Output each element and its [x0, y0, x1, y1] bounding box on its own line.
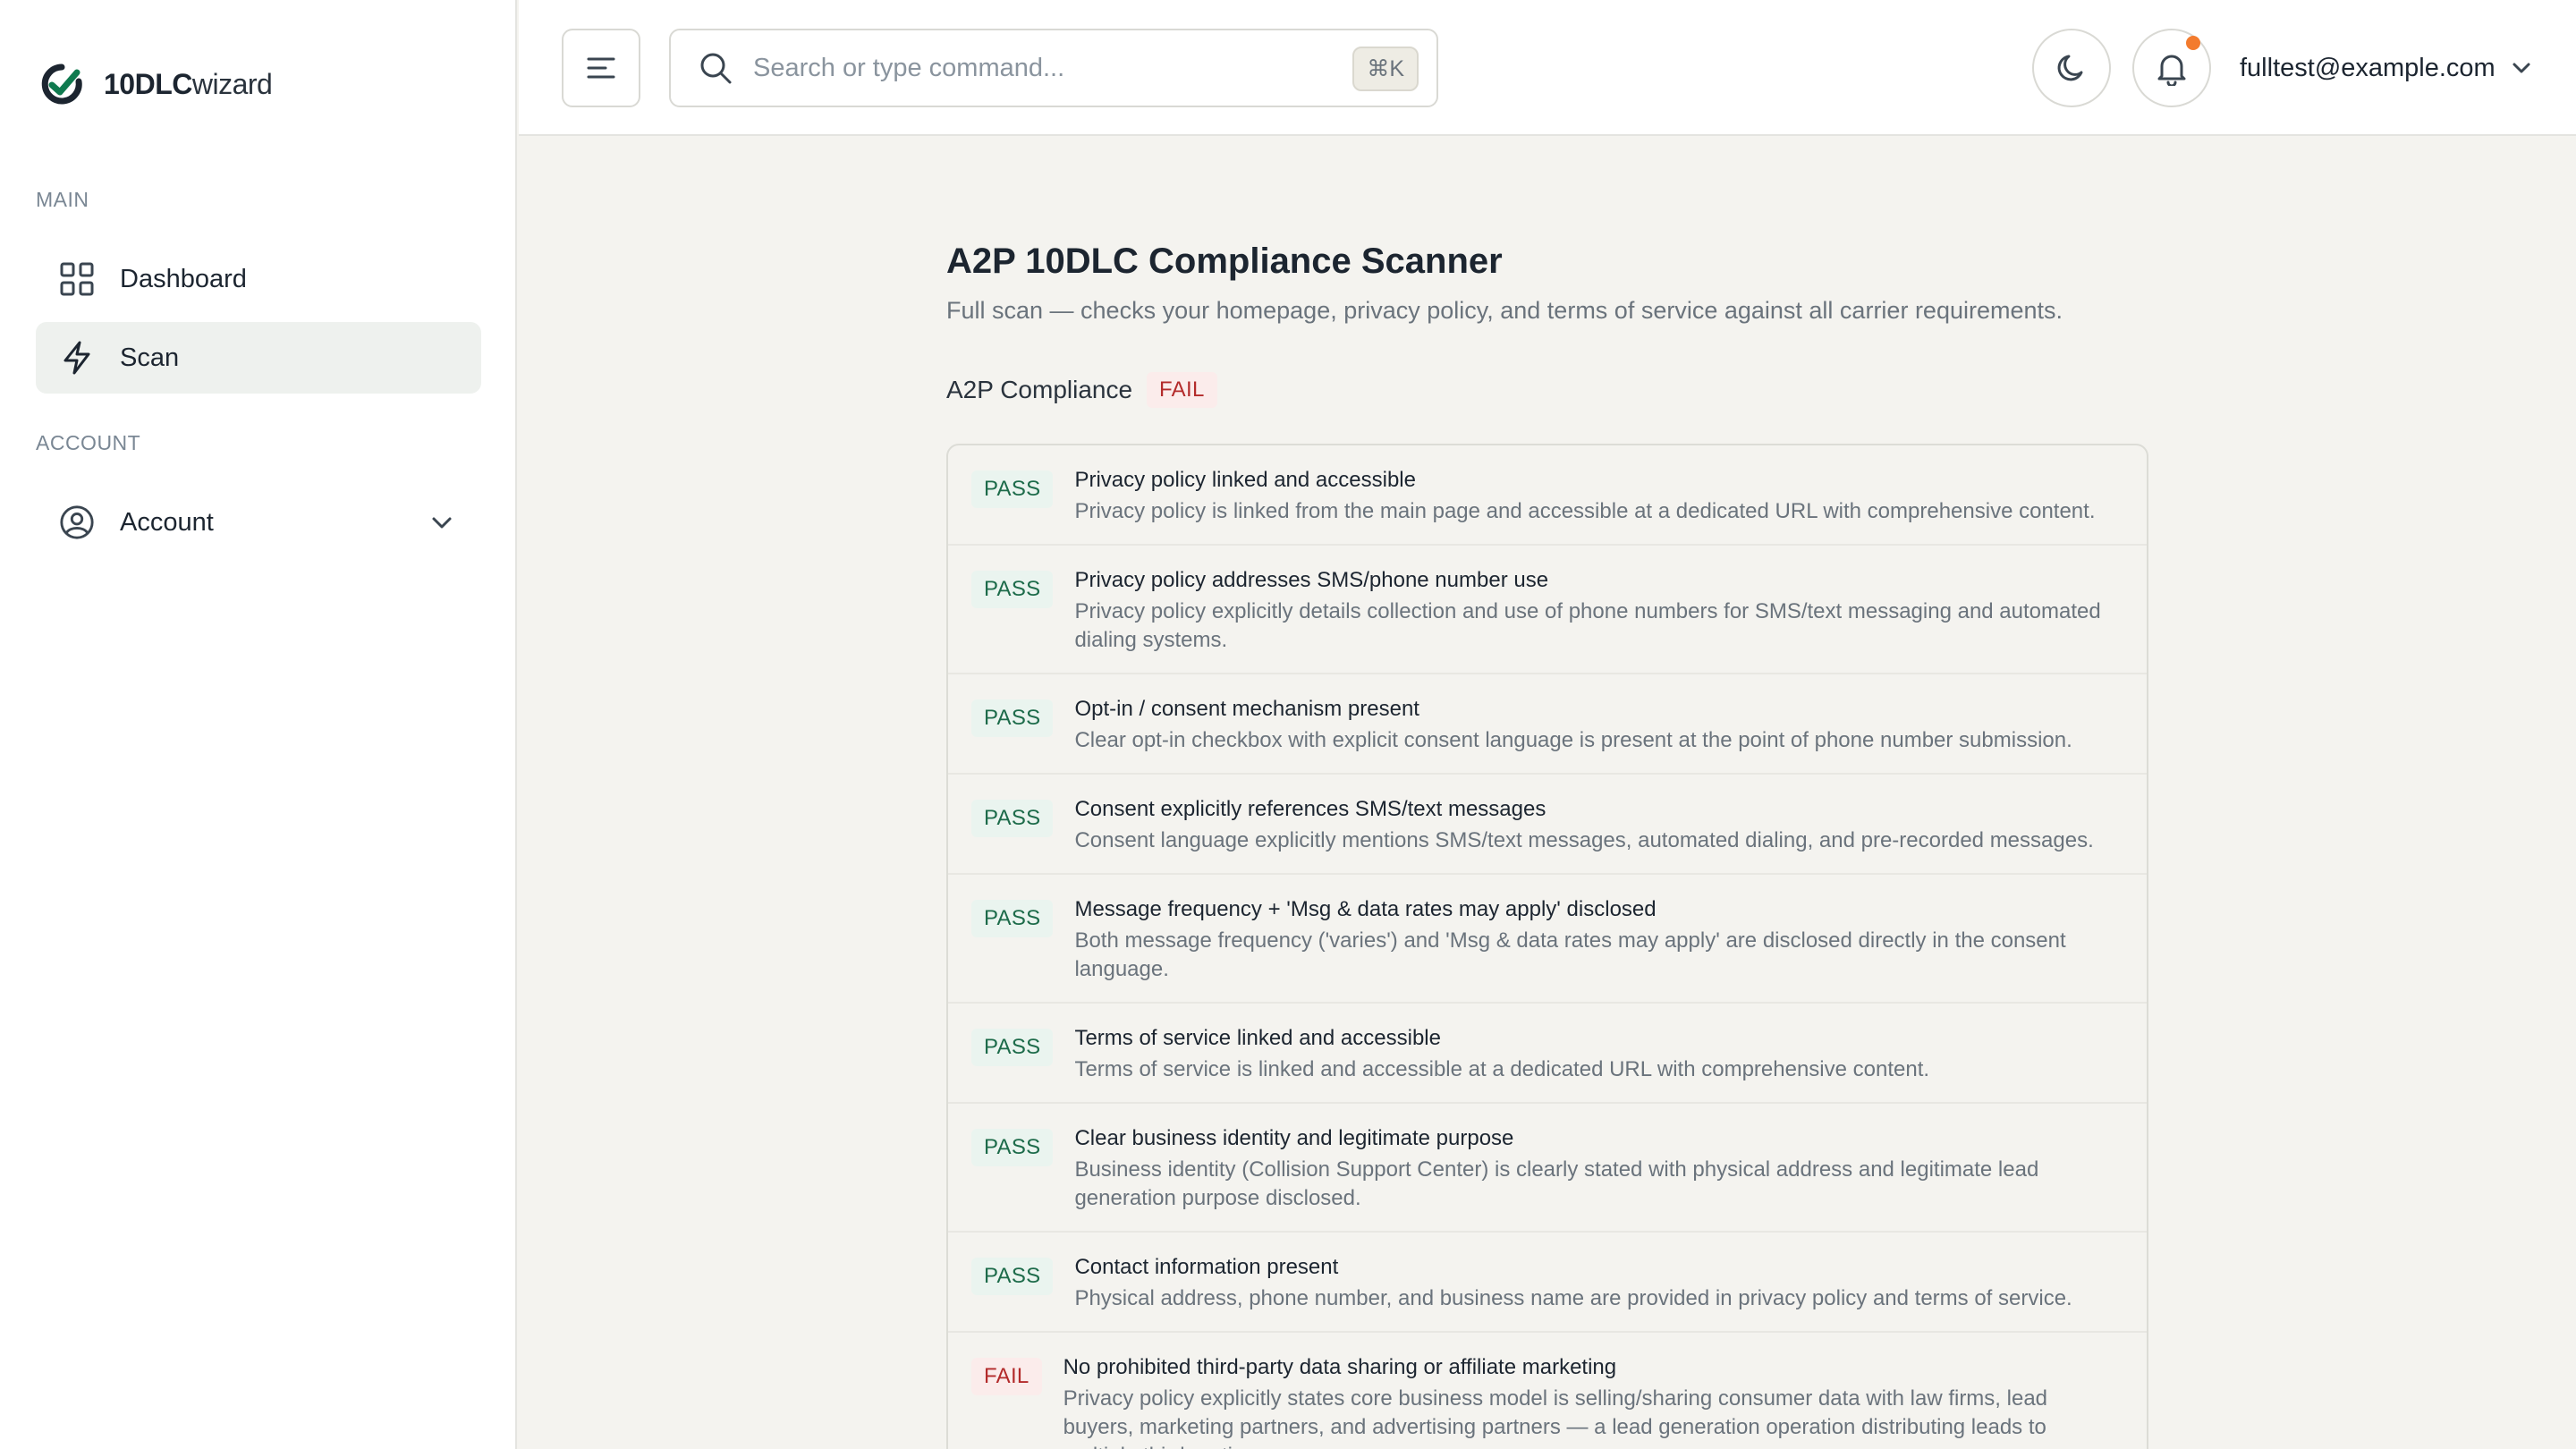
search-input[interactable]	[753, 53, 1326, 83]
menu-icon	[587, 57, 615, 79]
brand-name: 10DLCwizard	[104, 67, 273, 100]
check-status-badge: PASS	[971, 470, 1054, 508]
check-status-badge: PASS	[971, 1029, 1054, 1066]
check-status-badge: PASS	[971, 699, 1054, 737]
check-description: Privacy policy explicitly states core bu…	[1063, 1386, 2048, 1449]
check-title: Opt-in / consent mechanism present	[1074, 697, 1419, 721]
sidebar-item-label: Scan	[120, 343, 180, 372]
check-title: Terms of service linked and accessible	[1074, 1026, 1441, 1050]
check-row: PASS Message frequency + 'Msg & data rate…	[948, 875, 2147, 1004]
check-text: Terms of service linked and accessible Te…	[1074, 1023, 2123, 1084]
page-title: A2P 10DLC Compliance Scanner	[946, 242, 1503, 281]
check-row: PASS Consent explicitly references SMS/te…	[948, 775, 2147, 875]
check-description: Privacy policy explicitly details collec…	[1074, 599, 2101, 652]
check-title: Clear business identity and legitimate p…	[1074, 1126, 1514, 1150]
check-text: Contact information present Physical addr…	[1074, 1252, 2123, 1313]
check-description: Clear opt-in checkbox with explicit cons…	[1074, 728, 2072, 752]
check-description: Physical address, phone number, and busi…	[1074, 1286, 2072, 1310]
bolt-icon	[59, 340, 95, 376]
bell-icon	[2157, 55, 2186, 86]
section-label-account: ACCOUNT	[36, 431, 141, 454]
compliance-summary: A2P Compliance FAIL	[946, 372, 1217, 408]
user-email: fulltest@example.com	[2240, 53, 2496, 82]
check-text: Clear business identity and legitimate p…	[1074, 1123, 2123, 1213]
sidebar: 10DLCwizard MAIN Dashboard Scan ACCOUNT …	[0, 0, 517, 1449]
brand-logo[interactable]: 10DLCwizard	[39, 59, 273, 109]
moon-icon	[2057, 55, 2083, 81]
check-title: Message frequency + 'Msg & data rates ma…	[1074, 897, 1657, 921]
user-menu[interactable]: fulltest@example.com	[2240, 45, 2533, 91]
check-text: Privacy policy addresses SMS/phone numbe…	[1074, 565, 2123, 655]
check-description: Both message frequency ('varies') and 'M…	[1074, 928, 2066, 981]
check-title: No prohibited third-party data sharing o…	[1063, 1355, 1617, 1379]
search-bar[interactable]: ⌘K	[669, 29, 1438, 107]
grid-icon	[59, 261, 95, 297]
sidebar-item-label: Dashboard	[120, 264, 247, 293]
sidebar-item-dashboard[interactable]: Dashboard	[36, 243, 481, 315]
check-status-badge: PASS	[971, 800, 1054, 837]
check-text: Opt-in / consent mechanism present Clear …	[1074, 694, 2123, 755]
check-title: Privacy policy linked and accessible	[1074, 468, 1416, 492]
check-description: Business identity (Collision Support Cen…	[1074, 1157, 2039, 1210]
notification-dot	[2186, 36, 2200, 50]
logo-icon	[41, 64, 82, 105]
check-status-badge: FAIL	[971, 1358, 1042, 1395]
check-status-badge: PASS	[971, 1258, 1054, 1295]
check-text: Privacy policy linked and accessible Priv…	[1074, 465, 2123, 526]
sidebar-item-account[interactable]: Account	[36, 487, 481, 558]
check-title: Contact information present	[1074, 1255, 1339, 1279]
check-row: FAIL No prohibited third-party data shari…	[948, 1333, 2147, 1449]
check-description: Terms of service is linked and accessibl…	[1074, 1057, 1930, 1081]
status-badge: FAIL	[1147, 372, 1217, 408]
sidebar-item-label: Account	[120, 507, 214, 537]
check-row: PASS Opt-in / consent mechanism present Cl…	[948, 674, 2147, 775]
check-status-badge: PASS	[971, 1129, 1054, 1166]
check-title: Consent explicitly references SMS/text m…	[1074, 797, 1546, 821]
check-title: Privacy policy addresses SMS/phone numbe…	[1074, 568, 1549, 592]
page-subtitle: Full scan — checks your homepage, privac…	[946, 297, 2063, 324]
check-row: PASS Privacy policy linked and accessible…	[948, 445, 2147, 546]
check-description: Consent language explicitly mentions SMS…	[1074, 828, 2094, 852]
sidebar-item-scan[interactable]: Scan	[36, 322, 481, 394]
check-row: PASS Clear business identity and legitima…	[948, 1104, 2147, 1233]
notifications-button[interactable]	[2132, 29, 2211, 107]
check-text: Message frequency + 'Msg & data rates ma…	[1074, 894, 2123, 984]
chevron-down-icon	[2512, 63, 2530, 73]
check-description: Privacy policy is linked from the main p…	[1074, 499, 2096, 523]
section-label-main: MAIN	[36, 188, 89, 211]
menu-toggle-button[interactable]	[562, 29, 640, 107]
user-circle-icon	[59, 504, 95, 540]
check-row: PASS Terms of service linked and accessib…	[948, 1004, 2147, 1104]
check-status-badge: PASS	[971, 571, 1054, 608]
search-icon	[700, 53, 732, 84]
checks-list: PASS Privacy policy linked and accessible…	[946, 444, 2148, 1449]
check-text: Consent explicitly references SMS/text m…	[1074, 794, 2123, 855]
check-row: PASS Privacy policy addresses SMS/phone n…	[948, 546, 2147, 674]
check-row: PASS Contact information present Physical …	[948, 1233, 2147, 1333]
check-status-badge: PASS	[971, 900, 1054, 937]
chevron-down-icon	[432, 517, 452, 529]
check-text: No prohibited third-party data sharing o…	[1063, 1352, 2123, 1449]
top-header: ⌘K fulltest@example.com	[519, 0, 2576, 136]
theme-toggle-button[interactable]	[2032, 29, 2111, 107]
search-shortcut-badge: ⌘K	[1352, 47, 1419, 91]
summary-label: A2P Compliance	[946, 376, 1133, 403]
